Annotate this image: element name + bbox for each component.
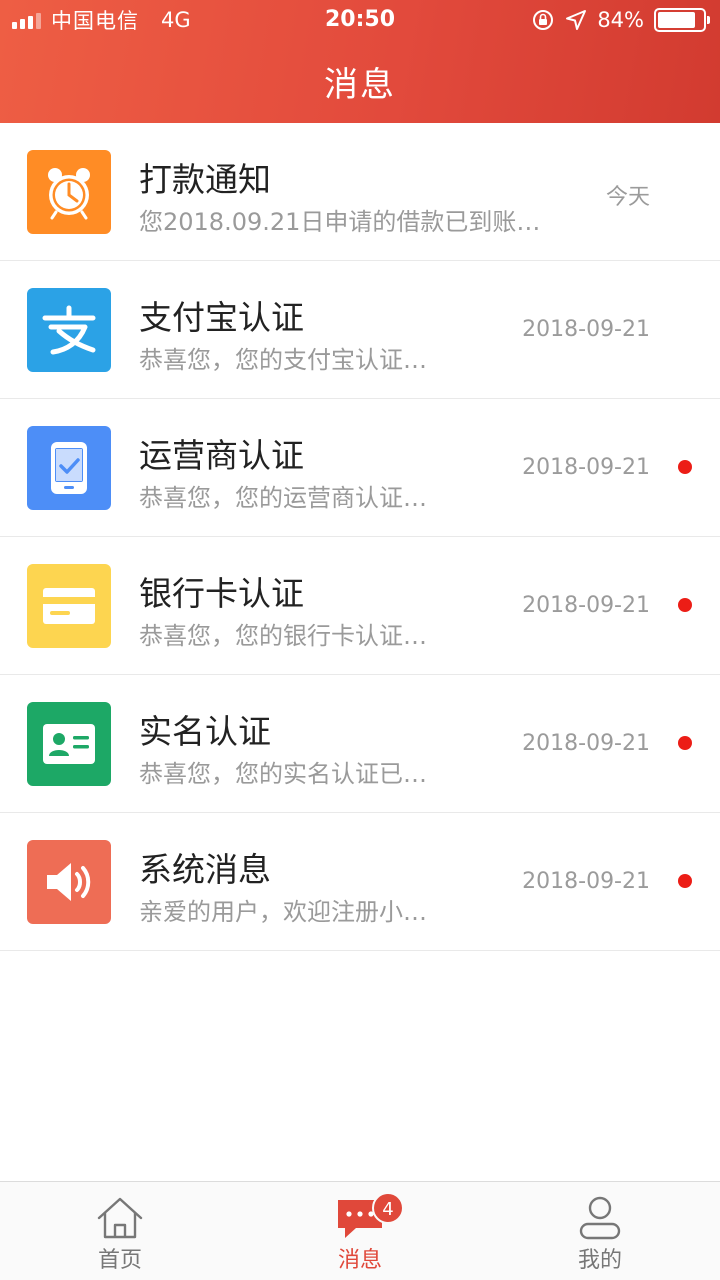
message-title: 打款通知 — [139, 160, 271, 199]
message-title: 运营商认证 — [139, 436, 304, 475]
message-list: 打款通知 您2018.09.21日申请的借款已到账… 今天 支付宝认证 恭喜您，… — [0, 123, 720, 951]
message-item-real-name[interactable]: 实名认证 恭喜您，您的实名认证已… 2018-09-21 — [0, 675, 720, 813]
message-date: 2018-09-21 — [522, 731, 650, 756]
message-item-system[interactable]: 系统消息 亲爱的用户，欢迎注册小… 2018-09-21 — [0, 813, 720, 951]
message-preview: 恭喜您，您的运营商认证… — [139, 484, 427, 512]
unread-count-badge: 4 — [372, 1192, 404, 1224]
message-date: 今天 — [605, 185, 650, 210]
tab-label: 消息 — [337, 1248, 382, 1273]
user-icon — [579, 1196, 621, 1240]
message-title: 系统消息 — [139, 850, 271, 889]
page-title: 消息 — [324, 65, 396, 105]
location-arrow-icon — [566, 10, 587, 30]
status-bar: 中国电信 4G 20:50 84% — [0, 0, 720, 40]
message-preview: 您2018.09.21日申请的借款已到账… — [139, 208, 541, 236]
rotation-lock-icon — [533, 10, 554, 30]
tab-bar: 首页 消息 我的 — [0, 1181, 720, 1280]
message-item-bank-card[interactable]: 银行卡认证 恭喜您，您的银行卡认证… 2018-09-21 — [0, 537, 720, 675]
message-date: 2018-09-21 — [522, 593, 650, 618]
message-preview: 恭喜您，您的银行卡认证… — [139, 622, 427, 650]
battery-icon — [654, 8, 710, 32]
tab-messages[interactable]: 消息 — [240, 1182, 480, 1280]
message-title: 支付宝认证 — [139, 298, 304, 337]
unread-dot — [678, 460, 692, 474]
unread-dot — [678, 874, 692, 888]
message-title: 实名认证 — [139, 712, 271, 751]
message-item-payment[interactable]: 打款通知 您2018.09.21日申请的借款已到账… 今天 — [0, 123, 720, 261]
message-date: 2018-09-21 — [522, 455, 650, 480]
message-date: 2018-09-21 — [522, 317, 650, 342]
unread-dot — [678, 736, 692, 750]
message-item-carrier[interactable]: 运营商认证 恭喜您，您的运营商认证… 2018-09-21 — [0, 399, 720, 537]
message-date: 2018-09-21 — [522, 869, 650, 894]
app-header: 中国电信 4G 20:50 84% 消息 — [0, 0, 720, 123]
unread-dot — [678, 598, 692, 612]
tab-label: 我的 — [577, 1248, 622, 1273]
alipay-icon — [27, 288, 111, 372]
tab-profile[interactable]: 我的 — [480, 1182, 720, 1280]
id-card-icon — [27, 702, 111, 786]
alarm-clock-icon — [27, 150, 111, 234]
message-preview: 恭喜您，您的实名认证已… — [139, 760, 427, 788]
message-title: 银行卡认证 — [139, 574, 304, 613]
bank-card-icon — [27, 564, 111, 648]
message-item-alipay[interactable]: 支付宝认证 恭喜您，您的支付宝认证… 2018-09-21 — [0, 261, 720, 399]
battery-percent: 84% — [597, 8, 644, 32]
tab-label: 首页 — [97, 1248, 142, 1273]
message-preview: 亲爱的用户，欢迎注册小… — [139, 898, 427, 926]
message-preview: 恭喜您，您的支付宝认证… — [139, 346, 427, 374]
home-icon — [97, 1197, 143, 1239]
phone-check-icon — [27, 426, 111, 510]
status-bar-right: 84% — [531, 7, 710, 33]
tab-home[interactable]: 首页 — [0, 1182, 240, 1280]
speaker-icon — [27, 840, 111, 924]
